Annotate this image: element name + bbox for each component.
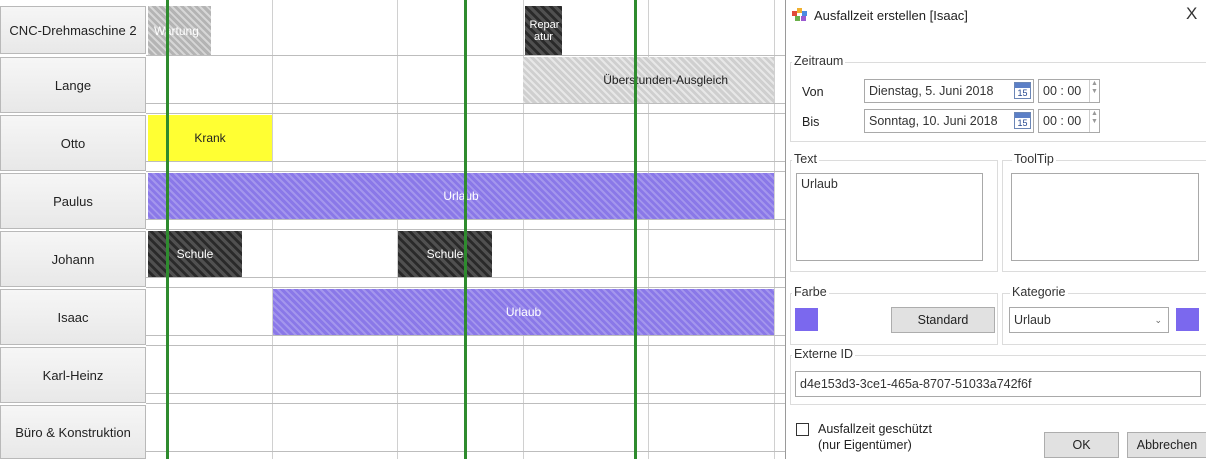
calendar-day: 15 — [1017, 118, 1028, 128]
event-label: Urlaub — [505, 305, 542, 319]
cancel-button[interactable]: Abbrechen — [1127, 432, 1206, 458]
event-label: Schule — [426, 247, 464, 261]
row-label-text: Lange — [54, 77, 92, 93]
time-marker-line — [166, 0, 169, 459]
von-label: Von — [802, 85, 824, 99]
close-icon[interactable]: X — [1186, 4, 1197, 24]
bis-time-value: 00 : 00 — [1043, 114, 1082, 128]
event-urlaub-paulus[interactable]: Urlaub — [148, 173, 774, 219]
row-label-text: Büro & Konstruktion — [15, 424, 131, 440]
bis-date-input[interactable]: Sonntag, 10. Juni 2018 — [864, 109, 1034, 133]
kategorie-label: Kategorie — [1010, 285, 1068, 299]
externe-id-label: Externe ID — [792, 347, 856, 361]
time-marker-line — [634, 0, 637, 459]
create-absence-dialog: Ausfallzeit erstellen [Isaac] X Zeitraum… — [785, 0, 1206, 459]
bis-label: Bis — [802, 115, 820, 129]
kategorie-select[interactable]: Urlaub ⌄ — [1009, 307, 1169, 333]
event-schule-1[interactable]: Schule — [148, 231, 242, 277]
event-label: Repar atur — [529, 18, 560, 43]
protected-label-line1: Ausfallzeit geschützt — [818, 422, 932, 436]
event-label: Urlaub — [443, 189, 479, 203]
row-label[interactable]: Büro & Konstruktion — [0, 405, 146, 459]
kategorie-swatch — [1176, 308, 1199, 331]
ok-button[interactable]: OK — [1044, 432, 1119, 458]
farbe-label: Farbe — [792, 285, 829, 299]
text-value: Urlaub — [801, 177, 838, 191]
row-label[interactable]: Johann — [0, 231, 146, 287]
kategorie-value: Urlaub — [1014, 313, 1051, 327]
time-marker-line — [464, 0, 467, 459]
row-label[interactable]: Otto — [0, 115, 146, 171]
event-label: Krank — [194, 131, 226, 145]
calendar-day: 15 — [1017, 88, 1028, 98]
protected-checkbox[interactable] — [796, 423, 809, 436]
row-label[interactable]: Paulus — [0, 173, 146, 229]
von-date-input[interactable]: Dienstag, 5. Juni 2018 — [864, 79, 1034, 103]
von-time-value: 00 : 00 — [1043, 84, 1082, 98]
zeitraum-label: Zeitraum — [792, 54, 846, 68]
event-urlaub-isaac[interactable]: Urlaub — [273, 289, 774, 335]
text-textarea[interactable]: Urlaub — [796, 173, 983, 261]
row-label-text: CNC-Drehmaschine 2 — [9, 22, 137, 38]
event-ueberstunden[interactable]: Überstunden-Ausgleich — [523, 57, 774, 103]
externe-id-value: d4e153d3-3ce1-465a-8707-51033a742f6f — [800, 377, 1032, 391]
text-label: Text — [792, 152, 819, 166]
event-schule-2[interactable]: Schule — [398, 231, 492, 277]
externe-id-input[interactable]: d4e153d3-3ce1-465a-8707-51033a742f6f — [795, 371, 1201, 397]
event-label: Wartung — [154, 23, 199, 38]
tooltip-label: ToolTip — [1012, 152, 1056, 166]
protected-label: Ausfallzeit geschützt (nur Eigentümer) — [818, 421, 932, 453]
von-date-value: Dienstag, 5. Juni 2018 — [869, 84, 994, 98]
chevron-down-icon: ⌄ — [1154, 314, 1162, 325]
tooltip-textarea[interactable] — [1011, 173, 1199, 261]
event-wartung[interactable]: Wartung — [148, 6, 211, 55]
row-label[interactable]: Lange — [0, 57, 146, 113]
row-label[interactable]: Isaac — [0, 289, 146, 345]
event-label: Überstunden-Ausgleich — [603, 73, 728, 87]
calendar-icon[interactable]: 15 — [1014, 112, 1031, 129]
row-label-text: Paulus — [53, 193, 93, 209]
row-label[interactable]: Karl-Heinz — [0, 347, 146, 403]
standard-button[interactable]: Standard — [891, 307, 995, 333]
row-label-text: Karl-Heinz — [42, 367, 104, 383]
row-label-text: Isaac — [57, 309, 89, 325]
event-label: Schule — [176, 247, 214, 261]
bis-date-value: Sonntag, 10. Juni 2018 — [869, 114, 998, 128]
app-icon — [792, 8, 810, 22]
von-time-spinner[interactable]: ▲ ▼ — [1089, 80, 1099, 102]
bis-time-spinner[interactable]: ▲ ▼ — [1089, 110, 1099, 132]
protected-label-line2: (nur Eigentümer) — [818, 438, 912, 452]
row-label-text: Otto — [60, 135, 86, 151]
row-label-text: Johann — [51, 251, 95, 267]
farbe-swatch[interactable] — [795, 308, 818, 331]
calendar-icon[interactable]: 15 — [1014, 82, 1031, 99]
schedule-grid: CNC-Drehmaschine 2 Lange Otto Paulus Joh… — [0, 0, 785, 459]
event-reparatur[interactable]: Repar atur — [525, 6, 562, 55]
dialog-title: Ausfallzeit erstellen [Isaac] — [814, 8, 968, 23]
row-label[interactable]: CNC-Drehmaschine 2 — [0, 6, 146, 54]
